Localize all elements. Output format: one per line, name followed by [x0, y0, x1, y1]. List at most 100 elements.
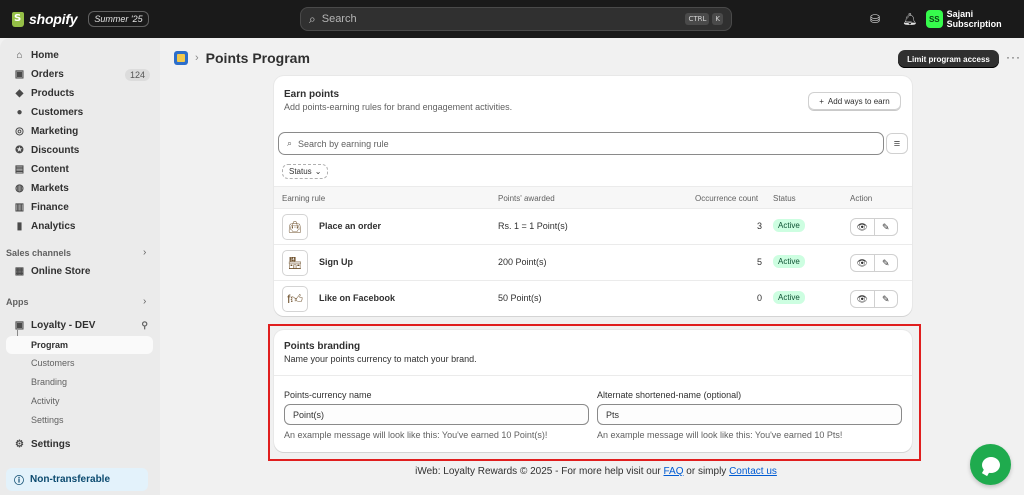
sidebar-item-label: Settings: [31, 439, 71, 450]
kbd-k: K: [712, 13, 723, 25]
sidebar-item-products[interactable]: ◆ Products: [6, 84, 154, 103]
plus-icon: +: [819, 96, 824, 106]
column-status: Status: [773, 194, 796, 203]
filter-sort-button[interactable]: ≡: [886, 133, 908, 154]
table-row[interactable]: 🏪︎ Sign Up 200 Point(s) 5 Active 👁︎ ✎: [274, 245, 912, 281]
sidebar-item-label: Products: [31, 88, 75, 99]
finance-icon: ▥: [14, 202, 25, 213]
sidebar-item-customers[interactable]: ● Customers: [6, 103, 154, 122]
sidebar-item-discounts[interactable]: ✪ Discounts: [6, 141, 154, 160]
app-icon[interactable]: [174, 51, 188, 65]
edition-badge[interactable]: Summer '25: [88, 11, 149, 27]
footer-text-middle: or simply: [683, 466, 730, 477]
status-filter-pill[interactable]: Status ⌄: [282, 164, 329, 179]
branding-title: Points branding: [284, 341, 361, 352]
row-actions: 👁︎ ✎: [850, 218, 898, 236]
chevron-right-icon[interactable]: ›: [143, 247, 146, 258]
filter-lines-icon: ≡: [893, 137, 901, 150]
sidebar-item-orders[interactable]: ▣ Orders 124: [6, 65, 154, 84]
sidebar-item-finance[interactable]: ▥ Finance: [6, 198, 154, 217]
sidebar: ⌂ Home ▣ Orders 124 ◆ Products ● Custome…: [0, 38, 160, 495]
sidebar-item-settings[interactable]: ⚙ Settings: [6, 435, 154, 454]
add-ways-label: Add ways to earn: [827, 96, 890, 106]
currency-name-input[interactable]: Point(s): [284, 404, 589, 425]
apps-heading[interactable]: Apps: [6, 297, 29, 307]
chat-button[interactable]: [970, 444, 1011, 485]
markets-icon: ◍: [15, 183, 24, 194]
customers-icon: ●: [16, 107, 23, 118]
occurrence-count: 0: [756, 293, 762, 303]
footer: iWeb: Loyalty Rewards © 2025 - For more …: [0, 466, 1024, 477]
chat-bubble-icon: [981, 456, 1000, 473]
sidebar-subitem-settings[interactable]: Settings: [31, 415, 64, 425]
table-row[interactable]: 👜︎ Place an order Rs. 1 = 1 Point(s) 3 A…: [274, 209, 912, 245]
earn-points-title: Earn points: [284, 89, 340, 100]
sidebar-item-content[interactable]: ▤ Content: [6, 160, 154, 179]
orders-count-badge: 124: [124, 68, 150, 81]
rule-name: Place an order: [319, 221, 382, 231]
short-name-input[interactable]: Pts: [597, 404, 902, 425]
sidebar-item-label: Home: [31, 50, 59, 61]
orders-icon: ▣: [14, 69, 25, 80]
table-row[interactable]: f👍︎ Like on Facebook 50 Point(s) 0 Activ…: [274, 281, 912, 317]
content-icon: ▤: [14, 164, 25, 175]
sidebar-item-markets[interactable]: ◍ Markets: [6, 179, 154, 198]
view-eye-icon[interactable]: 👁︎: [851, 255, 874, 271]
edit-pencil-icon[interactable]: ✎: [873, 255, 898, 271]
sidebar-item-analytics[interactable]: ▮ Analytics: [6, 217, 154, 236]
view-eye-icon[interactable]: 👁︎: [851, 219, 874, 235]
sidebar-subitem-program[interactable]: Program: [31, 340, 68, 350]
sidebar-item-label: Loyalty - DEV: [31, 320, 96, 331]
divider: [274, 375, 912, 376]
contact-us-link[interactable]: Contact us: [729, 466, 777, 477]
view-eye-icon[interactable]: 👁︎: [851, 291, 874, 307]
limit-program-access-button[interactable]: Limit program access: [898, 50, 999, 68]
occurrence-count: 3: [756, 221, 762, 231]
shopify-logo[interactable]: shopify Summer '25: [12, 11, 149, 27]
points-branding-card: Points branding Name your points currenc…: [274, 330, 912, 452]
gear-icon: ⚙: [15, 439, 24, 450]
home-icon: ⌂: [16, 50, 23, 61]
products-icon: ◆: [15, 88, 24, 99]
top-icons: ⛁ 🔔︎: [870, 12, 917, 26]
sidebar-item-marketing[interactable]: ◎ Marketing: [6, 122, 154, 141]
sidebar-subitem-activity[interactable]: Activity: [31, 396, 60, 406]
sidebar-item-label: Customers: [31, 107, 84, 118]
sidebar-item-online-store[interactable]: ▦ Online Store: [6, 262, 154, 281]
status-filter-label: Status: [289, 167, 312, 176]
currency-name-help: An example message will look like this: …: [284, 430, 548, 440]
sales-channels-heading[interactable]: Sales channels: [6, 248, 71, 258]
sidebar-item-label: Orders: [31, 69, 64, 80]
user-menu[interactable]: SS Sajani Subscription: [926, 9, 1024, 29]
shopify-bag-icon: [12, 11, 24, 27]
status-badge: Active: [773, 219, 805, 232]
currency-name-label: Points-currency name: [284, 390, 372, 400]
add-ways-to-earn-button[interactable]: + Add ways to earn: [808, 92, 901, 110]
more-actions-icon[interactable]: ···: [1006, 50, 1021, 64]
edit-pencil-icon[interactable]: ✎: [873, 291, 898, 307]
facebook-like-icon: f👍︎: [282, 286, 308, 312]
page-header: › Points Program: [174, 50, 310, 66]
edit-pencil-icon[interactable]: ✎: [873, 219, 898, 235]
earn-points-card: Earn points Add points-earning rules for…: [274, 76, 912, 316]
bell-icon[interactable]: 🔔︎: [902, 12, 917, 26]
sidebar-subitem-customers[interactable]: Customers: [31, 358, 75, 368]
sidebar-item-loyalty-app[interactable]: ▣ Loyalty - DEV ⚲: [6, 316, 154, 335]
database-icon[interactable]: ⛁: [870, 12, 880, 26]
storefront-icon: 🏪︎: [282, 250, 308, 276]
brand-name: shopify: [29, 11, 78, 27]
table-header: Earning rule Points' awarded Occurrence …: [274, 186, 912, 209]
sidebar-item-home[interactable]: ⌂ Home: [6, 46, 154, 65]
pin-icon[interactable]: ⚲: [141, 320, 148, 331]
chevron-right-icon[interactable]: ›: [143, 296, 146, 307]
sidebar-item-label: Markets: [31, 183, 69, 194]
global-search[interactable]: ⌕ Search CTRL K: [300, 7, 732, 31]
earn-points-subtitle: Add points-earning rules for brand engag…: [284, 102, 513, 112]
faq-link[interactable]: FAQ: [664, 466, 684, 477]
rule-name: Like on Facebook: [319, 293, 396, 303]
sidebar-subitem-branding[interactable]: Branding: [31, 377, 67, 387]
earning-rule-search-input[interactable]: ⌕ Search by earning rule: [278, 132, 884, 155]
status-badge: Active: [773, 291, 805, 304]
column-earning-rule: Earning rule: [282, 194, 326, 203]
rule-name: Sign Up: [319, 257, 353, 267]
